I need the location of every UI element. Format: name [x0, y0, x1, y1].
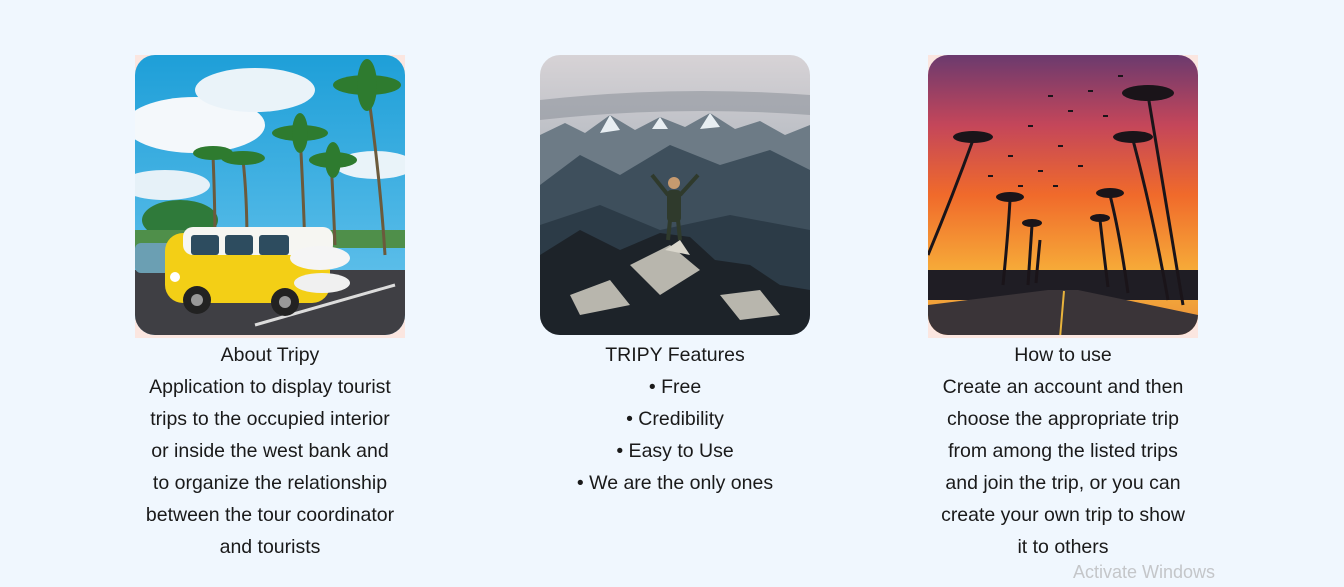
card-text-line: and tourists — [219, 536, 321, 558]
card-text-line: it to others — [1017, 536, 1109, 558]
card-title: TRIPY Features — [605, 344, 745, 366]
card-text-line: Create an account and then — [942, 376, 1184, 398]
card-description: Application to display tourist trips to … — [135, 371, 405, 563]
activate-windows-watermark: Activate Windows — [1073, 562, 1216, 582]
card-title: About Tripy — [220, 344, 320, 366]
card-text-line: Application to display tourist — [149, 376, 391, 398]
feature-item: • We are the only ones — [576, 472, 774, 494]
card-text-line: from among the listed trips — [948, 440, 1178, 462]
card-text-line: create your own trip to show — [941, 504, 1185, 526]
card-tripy-features: TRIPY Features • Free • Credibility • Ea… — [540, 55, 810, 499]
sunset-palms-photo — [928, 55, 1198, 338]
card-how-to-use: How to use Create an account and then ch… — [928, 55, 1198, 563]
card-title: How to use — [1014, 344, 1112, 366]
card-text-line: to organize the relationship — [152, 472, 388, 494]
card-text-line: between the tour coordinator — [145, 504, 395, 526]
card-about-tripy: About Tripy Application to display touri… — [135, 55, 405, 563]
feature-item: • Credibility — [626, 408, 724, 430]
card-text-line: choose the appropriate trip — [947, 408, 1179, 430]
van-beach-photo — [135, 55, 405, 338]
card-text-line: or inside the west bank and — [151, 440, 389, 462]
mountain-hiker-photo — [540, 55, 810, 338]
card-description: Create an account and then choose the ap… — [928, 371, 1198, 563]
feature-item: • Easy to Use — [616, 440, 734, 462]
card-text-line: trips to the occupied interior — [150, 408, 390, 430]
features-list: • Free • Credibility • Easy to Use • We … — [540, 371, 810, 499]
feature-item: • Free — [648, 376, 702, 398]
card-text-line: and join the trip, or you can — [945, 472, 1181, 494]
